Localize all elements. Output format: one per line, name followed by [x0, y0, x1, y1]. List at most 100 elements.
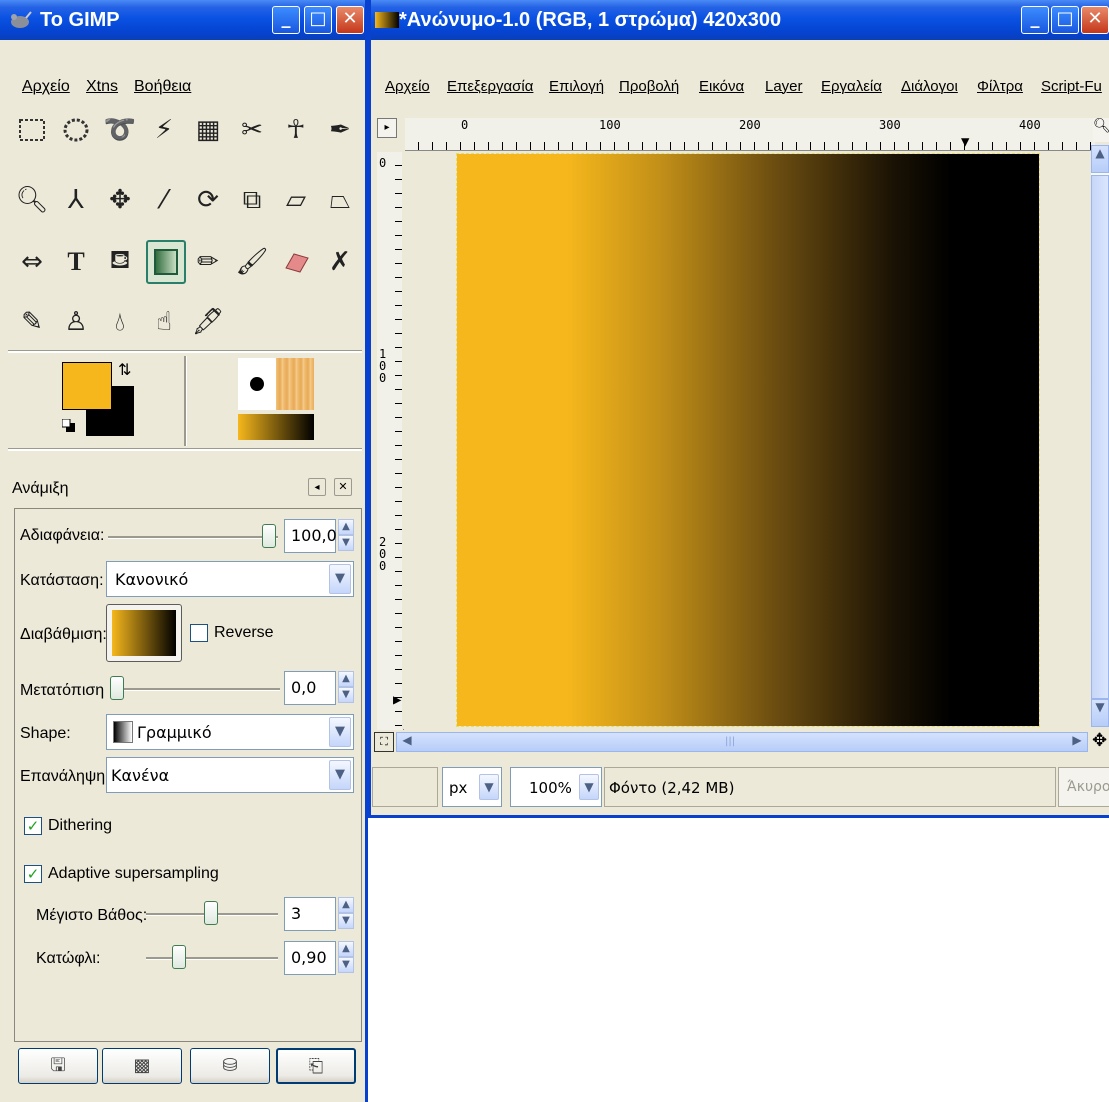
- menu-tools[interactable]: Εργαλεία: [821, 78, 882, 95]
- threshold-input[interactable]: 0,90: [284, 941, 336, 975]
- menu-file[interactable]: Αρχείο: [385, 78, 430, 95]
- ink-icon[interactable]: ✎: [14, 304, 50, 340]
- opacity-slider-track[interactable]: [108, 536, 278, 539]
- perspective-icon[interactable]: ⏢: [322, 182, 358, 218]
- default-colors-icon[interactable]: [61, 418, 76, 432]
- max-depth-slider-thumb[interactable]: [204, 901, 218, 925]
- menu-edit[interactable]: Επεξεργασία: [447, 78, 533, 95]
- menu-xtns[interactable]: Xtns: [86, 78, 118, 96]
- rotate-icon[interactable]: ⟳: [190, 182, 226, 218]
- restore-options-button[interactable]: ▩: [102, 1048, 182, 1084]
- scroll-down-icon[interactable]: ▼: [1091, 699, 1109, 727]
- scissors-icon[interactable]: ✂: [234, 112, 270, 148]
- brush-preview[interactable]: [238, 358, 276, 410]
- horizontal-scrollbar[interactable]: ◀ ||| ▶: [396, 732, 1088, 752]
- menu-select[interactable]: Επιλογή: [549, 78, 604, 95]
- crop-icon[interactable]: ⁄: [146, 182, 182, 218]
- eraser-icon[interactable]: [278, 244, 314, 280]
- select-by-color-icon[interactable]: ▦: [190, 112, 226, 148]
- zoom-dropdown[interactable]: 100% ▼: [510, 767, 602, 807]
- scroll-right-icon[interactable]: ▶: [1067, 733, 1087, 751]
- paths-icon[interactable]: ✒: [322, 112, 358, 148]
- swap-colors-icon[interactable]: ⇅: [118, 360, 131, 379]
- zoom-icon[interactable]: 🔍︎: [1093, 118, 1109, 142]
- opacity-input[interactable]: 100,0: [284, 519, 337, 553]
- reverse-checkbox[interactable]: ✓: [190, 624, 208, 642]
- save-options-button[interactable]: 🖫: [18, 1048, 98, 1084]
- dodge-burn-icon[interactable]: 🖋︎: [190, 304, 226, 340]
- blur-icon[interactable]: 💧︎: [102, 304, 138, 340]
- shear-icon[interactable]: ▱: [278, 182, 314, 218]
- scroll-left-icon[interactable]: ◀: [397, 733, 417, 751]
- scroll-up-icon[interactable]: ▲: [1091, 145, 1109, 173]
- text-tool-icon[interactable]: T: [58, 244, 94, 280]
- dithering-checkbox[interactable]: ✓: [24, 817, 42, 835]
- max-depth-input[interactable]: 3: [284, 897, 336, 931]
- horizontal-ruler[interactable]: 0 100 200 300 400 ▼: [405, 118, 1095, 151]
- gradient-preview[interactable]: [238, 414, 314, 440]
- image-canvas-gradient[interactable]: [456, 153, 1040, 727]
- move-icon[interactable]: ✥: [102, 182, 138, 218]
- pattern-preview[interactable]: [276, 358, 314, 410]
- menu-image[interactable]: Εικόνα: [699, 78, 744, 95]
- threshold-spinner[interactable]: ▲ ▼: [338, 941, 354, 975]
- menu-help[interactable]: Βοήθεια: [134, 78, 191, 96]
- airbrush-icon[interactable]: ✗: [322, 244, 358, 280]
- unit-dropdown[interactable]: px ▼: [442, 767, 502, 807]
- menu-filters[interactable]: Φίλτρα: [977, 78, 1023, 95]
- measure-icon[interactable]: ⅄: [58, 182, 94, 218]
- pencil-icon[interactable]: ✏: [190, 244, 226, 280]
- vertical-scroll-thumb[interactable]: [1091, 175, 1109, 699]
- vertical-ruler[interactable]: 0 100 200 ▶: [377, 152, 404, 730]
- menu-dialogs[interactable]: Διάλογοι: [901, 78, 958, 95]
- minimize-button[interactable]: _: [1021, 6, 1049, 34]
- menu-script-fu[interactable]: Script-Fu: [1041, 78, 1102, 95]
- shape-dropdown[interactable]: Γραμμικό ▼: [106, 714, 354, 750]
- maximize-button[interactable]: □: [1051, 6, 1079, 34]
- paintbrush-icon[interactable]: 🖌︎: [234, 244, 270, 280]
- minimize-button[interactable]: _: [272, 6, 300, 34]
- flip-icon[interactable]: ⇔: [14, 244, 50, 280]
- threshold-slider-track[interactable]: [146, 957, 278, 960]
- adaptive-supersampling-checkbox[interactable]: ✓: [24, 865, 42, 883]
- cancel-button[interactable]: Άκυρο: [1058, 767, 1109, 807]
- navigate-icon-left[interactable]: ⛶: [374, 732, 394, 752]
- gradient-selector-button[interactable]: [106, 604, 182, 662]
- foreground-select-icon[interactable]: ☥: [278, 112, 314, 148]
- image-titlebar[interactable]: *Ανώνυμο-1.0 (RGB, 1 στρώμα) 420x300 _ □…: [371, 0, 1109, 40]
- opacity-spinner[interactable]: ▲ ▼: [338, 519, 354, 553]
- offset-slider-track[interactable]: [112, 688, 280, 691]
- offset-input[interactable]: 0,0: [284, 671, 336, 705]
- repeat-dropdown[interactable]: Κανένα ▼: [106, 757, 354, 793]
- menu-file[interactable]: Αρχείο: [22, 78, 70, 96]
- magnify-icon[interactable]: 🔍︎: [14, 182, 50, 218]
- scale-icon[interactable]: ⧉: [234, 182, 270, 218]
- quick-mask-toggle-corner[interactable]: ▸: [377, 118, 397, 138]
- navigate-icon[interactable]: ✥: [1090, 730, 1109, 752]
- ellipse-select-icon[interactable]: [58, 112, 94, 148]
- threshold-slider-thumb[interactable]: [172, 945, 186, 969]
- close-button[interactable]: ✕: [1081, 6, 1109, 34]
- toolbox-titlebar[interactable]: To GIMP _ □ ✕: [0, 0, 365, 40]
- delete-options-button[interactable]: ⛁: [190, 1048, 270, 1084]
- panel-close-icon[interactable]: ✕: [334, 478, 352, 496]
- mode-dropdown[interactable]: Κανονικό ▼: [106, 561, 354, 597]
- offset-spinner[interactable]: ▲ ▼: [338, 671, 354, 705]
- reset-options-button[interactable]: ⎗: [276, 1048, 356, 1084]
- vertical-scrollbar[interactable]: ▲ ▼: [1091, 145, 1109, 727]
- smudge-icon[interactable]: ☝: [146, 304, 182, 340]
- rect-select-icon[interactable]: [14, 112, 50, 148]
- panel-menu-icon[interactable]: ◂: [308, 478, 326, 496]
- offset-slider-thumb[interactable]: [110, 676, 124, 700]
- blend-tool-icon[interactable]: [146, 240, 186, 284]
- lasso-icon[interactable]: ➰: [102, 112, 138, 148]
- menu-view[interactable]: Προβολή: [619, 78, 679, 95]
- max-depth-spinner[interactable]: ▲ ▼: [338, 897, 354, 931]
- fg-color-swatch[interactable]: [62, 362, 112, 410]
- opacity-slider-thumb[interactable]: [262, 524, 276, 548]
- menu-layer[interactable]: Layer: [765, 78, 803, 95]
- magic-wand-icon[interactable]: ⚡: [146, 112, 182, 148]
- clone-icon[interactable]: ♙: [58, 304, 94, 340]
- bucket-fill-icon[interactable]: ⛾: [102, 244, 138, 280]
- maximize-button[interactable]: □: [304, 6, 332, 34]
